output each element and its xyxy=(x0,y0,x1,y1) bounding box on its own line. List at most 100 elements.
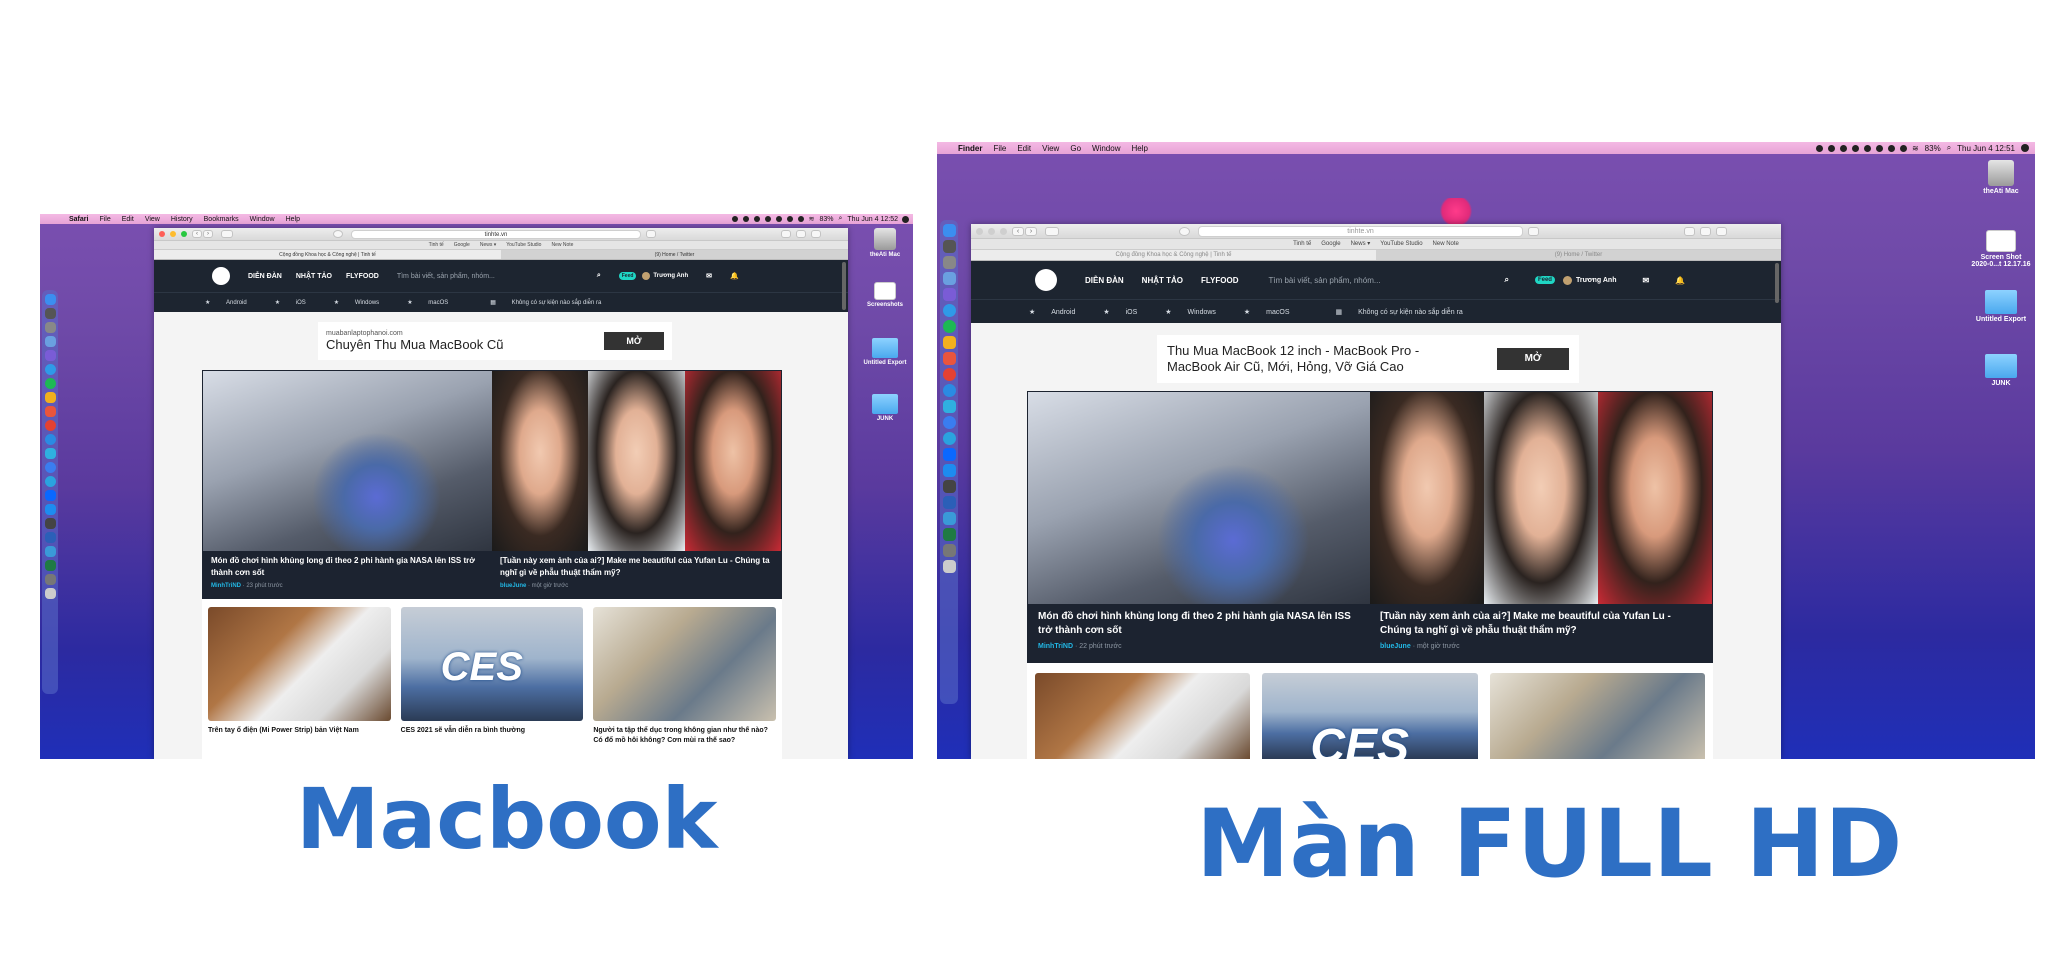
favorite-link[interactable]: Tinh tế xyxy=(429,241,444,249)
privacy-icon[interactable] xyxy=(333,230,343,238)
menu-view[interactable]: View xyxy=(1042,144,1059,153)
article-image[interactable]: CES xyxy=(400,607,584,721)
app-icon[interactable] xyxy=(942,400,956,413)
sidebar-button[interactable] xyxy=(1045,226,1059,236)
status-icon[interactable] xyxy=(742,216,749,222)
subnav-android[interactable]: ★ Android xyxy=(205,299,261,306)
desktop-item[interactable]: Untitled Export xyxy=(1971,290,2031,323)
close-button[interactable] xyxy=(976,227,983,235)
favorite-link[interactable]: YouTube Studio xyxy=(1380,239,1422,249)
excel-icon[interactable] xyxy=(942,528,956,541)
word-icon[interactable] xyxy=(44,532,56,543)
subnav-ios[interactable]: ★ iOS xyxy=(1103,308,1151,316)
app-icon[interactable] xyxy=(44,448,56,459)
messenger-icon[interactable] xyxy=(44,462,56,473)
events-notice[interactable]: ▦ Không có sự kiện nào sắp diễn ra xyxy=(1336,308,1477,316)
telegram-icon[interactable] xyxy=(44,476,56,487)
menu-help[interactable]: Help xyxy=(286,216,300,223)
app-icon[interactable] xyxy=(44,574,56,585)
share-icon[interactable] xyxy=(796,230,806,238)
finder-icon[interactable] xyxy=(942,224,956,237)
featured-article[interactable]: [Tuần này xem ảnh của ai?] Make me beaut… xyxy=(492,371,781,598)
desktop-item[interactable]: JUNK xyxy=(1971,354,2031,387)
tab-tinhte[interactable]: Cộng đồng Khoa học & Công nghệ | Tinh tế xyxy=(971,250,1376,260)
user-icon[interactable] xyxy=(902,215,909,223)
status-icon[interactable] xyxy=(775,216,782,222)
search-icon[interactable]: ⌕ xyxy=(838,215,842,223)
article-image[interactable] xyxy=(203,371,492,551)
site-search-input[interactable]: Tìm bài viết, sản phẩm, nhóm... xyxy=(1268,276,1504,285)
menu-file[interactable]: File xyxy=(993,144,1006,153)
excel-icon[interactable] xyxy=(44,560,56,571)
article-title[interactable]: Trên tay ổ điện (Mi Power Strip) bản Việ… xyxy=(208,721,391,736)
messenger-icon[interactable] xyxy=(942,464,956,477)
ad-banner[interactable]: Thu Mua MacBook 12 inch - MacBook Pro - … xyxy=(1157,335,1579,383)
app-icon[interactable] xyxy=(942,544,956,557)
bell-icon[interactable]: 🔔 xyxy=(730,272,739,280)
search-icon[interactable]: ⌕ xyxy=(597,272,601,280)
ad-open-button[interactable]: MỞ xyxy=(604,332,664,350)
menu-app-safari[interactable]: Safari xyxy=(69,216,88,223)
battery-percent[interactable]: 83% xyxy=(819,216,833,223)
article-title[interactable]: Người ta tập thể dục trong không gian nh… xyxy=(593,721,776,746)
scrollbar[interactable] xyxy=(1775,263,1779,303)
download-icon[interactable] xyxy=(1684,226,1695,236)
tinhte-logo-icon[interactable] xyxy=(1035,269,1057,291)
author-name[interactable]: blueJune xyxy=(500,583,526,589)
author-name[interactable]: blueJune xyxy=(1380,643,1411,650)
menu-window[interactable]: Window xyxy=(1092,144,1120,153)
article-card[interactable]: Người ta tập thể dục trong không gian nh… xyxy=(593,607,777,746)
menu-bookmarks[interactable]: Bookmarks xyxy=(204,216,239,223)
desktop-item[interactable]: Untitled Export xyxy=(860,338,910,366)
events-notice[interactable]: ▦ Không có sự kiện nào sắp diễn ra xyxy=(490,299,615,306)
menu-history[interactable]: History xyxy=(171,216,193,223)
menu-window[interactable]: Window xyxy=(250,216,275,223)
search-icon[interactable]: ⌕ xyxy=(1504,275,1508,285)
desktop-item[interactable]: Screen Shot 2020-0...t 12.17.16 xyxy=(1971,230,2031,268)
privacy-icon[interactable] xyxy=(1179,226,1190,236)
messenger-icon[interactable] xyxy=(942,416,956,429)
new-tab-icon[interactable] xyxy=(811,230,821,238)
forward-button[interactable]: › xyxy=(1025,226,1037,236)
app-icon[interactable] xyxy=(44,322,56,333)
author-name[interactable]: MinhTriND xyxy=(1038,643,1073,650)
nav-nhattao[interactable]: NHẬT TẢO xyxy=(1142,276,1183,285)
app-icon[interactable] xyxy=(44,350,56,361)
trash-icon[interactable] xyxy=(942,560,956,573)
status-icon[interactable] xyxy=(731,216,738,222)
wifi-icon[interactable]: ≋ xyxy=(1912,144,1919,153)
featured-article[interactable]: Món đồ chơi hình khủng long đi theo 2 ph… xyxy=(203,371,492,598)
favorite-link[interactable]: New Note xyxy=(551,241,573,249)
status-icon[interactable] xyxy=(1863,144,1871,152)
status-icon[interactable] xyxy=(1851,144,1859,152)
status-icon[interactable] xyxy=(1887,144,1895,152)
status-icon[interactable] xyxy=(1815,144,1823,152)
status-icon[interactable] xyxy=(1839,144,1847,152)
spotify-icon[interactable] xyxy=(44,378,56,389)
chrome-icon[interactable] xyxy=(44,420,56,431)
favorite-link[interactable]: YouTube Studio xyxy=(506,241,541,249)
nav-nhattao[interactable]: NHẬT TẢO xyxy=(296,273,332,280)
tab-twitter[interactable]: (9) Home / Twitter xyxy=(1376,250,1781,260)
ad-open-button[interactable]: MỞ xyxy=(1497,348,1569,370)
share-icon[interactable] xyxy=(1700,226,1711,236)
article-card[interactable]: Trên tay ổ điện (Mi Power Strip) bản Việ… xyxy=(208,607,391,746)
app-icon[interactable] xyxy=(942,256,956,269)
address-bar[interactable]: tinhte.vn xyxy=(1198,225,1523,237)
favorite-link[interactable]: Tinh tế xyxy=(1293,239,1311,249)
status-icon[interactable] xyxy=(753,216,760,222)
telegram-icon[interactable] xyxy=(942,432,956,445)
menu-view[interactable]: View xyxy=(145,216,160,223)
back-button[interactable]: ‹ xyxy=(1012,226,1024,236)
sidebar-button[interactable] xyxy=(221,230,233,238)
app-icon[interactable] xyxy=(942,272,956,285)
status-icon[interactable] xyxy=(1875,144,1883,152)
battery-percent[interactable]: 83% xyxy=(1925,144,1941,153)
article-title[interactable]: Món đồ chơi hình khủng long đi theo 2 ph… xyxy=(1028,604,1370,638)
close-button[interactable] xyxy=(159,231,165,237)
favorite-link[interactable]: Google xyxy=(1321,239,1340,249)
article-title[interactable]: [Tuần này xem ảnh của ai?] Make me beaut… xyxy=(1370,604,1712,638)
messenger-icon[interactable] xyxy=(44,504,56,515)
new-tab-icon[interactable] xyxy=(1716,226,1727,236)
subnav-macos[interactable]: ★ macOS xyxy=(407,299,462,306)
